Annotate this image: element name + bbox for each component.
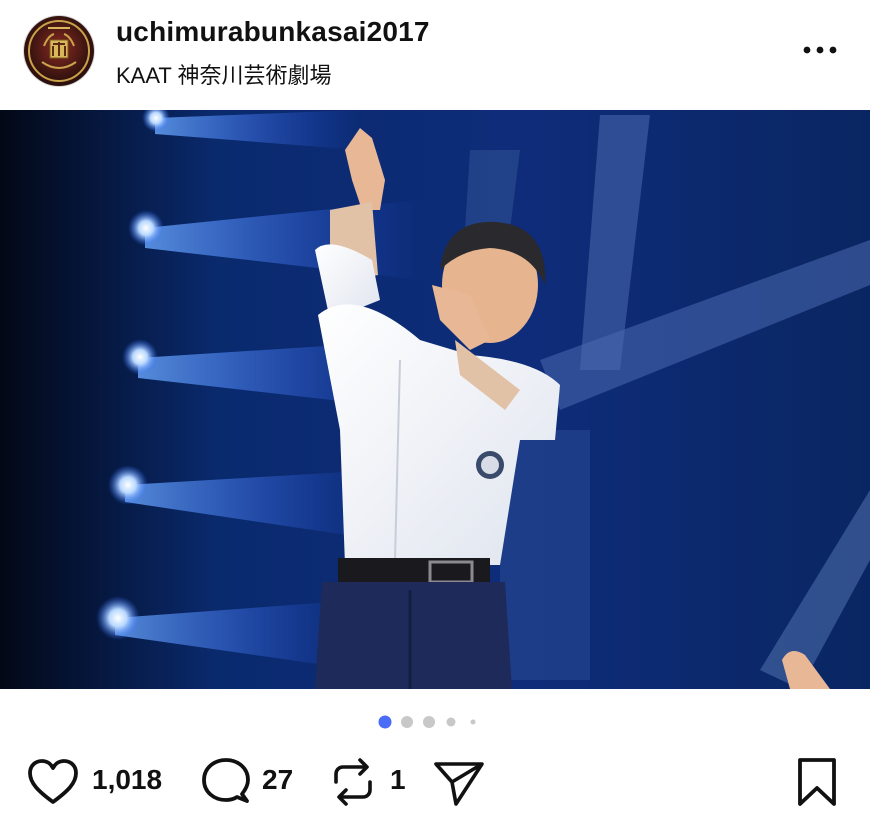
comment-bubble-icon — [202, 758, 250, 803]
repost-count[interactable]: 1 — [390, 764, 406, 796]
more-options-button[interactable] — [798, 38, 842, 62]
location-link[interactable]: KAAT 神奈川芸術劇場 — [116, 58, 332, 90]
comment-count[interactable]: 27 — [262, 764, 293, 796]
carousel-indicator — [0, 714, 870, 730]
bookmark-icon — [798, 758, 836, 806]
share-button[interactable] — [432, 756, 486, 808]
repost-icon — [334, 758, 372, 806]
heart-icon — [28, 759, 78, 804]
like-button[interactable] — [26, 756, 80, 808]
stage-performer-image — [0, 110, 870, 689]
school-crest-icon — [28, 20, 90, 82]
carousel-dot — [470, 719, 476, 725]
carousel-dots — [378, 715, 476, 729]
post-header: uchimurabunkasai2017 KAAT 神奈川芸術劇場 — [0, 0, 870, 110]
save-button[interactable] — [796, 756, 838, 808]
share-paper-plane-icon — [434, 762, 484, 806]
like-count[interactable]: 1,018 — [92, 764, 162, 796]
username[interactable]: uchimurabunkasai2017 — [116, 16, 430, 48]
action-bar: 1,018 27 1 — [0, 748, 870, 818]
carousel-dot-active — [378, 715, 392, 729]
avatar[interactable] — [24, 16, 94, 86]
carousel-dot — [423, 716, 435, 728]
repost-button[interactable] — [330, 756, 376, 808]
carousel-dot — [446, 717, 456, 727]
more-dots-icon — [803, 46, 837, 54]
carousel-dot — [401, 716, 413, 728]
comment-button[interactable] — [199, 756, 251, 808]
post-photo[interactable] — [0, 110, 870, 689]
